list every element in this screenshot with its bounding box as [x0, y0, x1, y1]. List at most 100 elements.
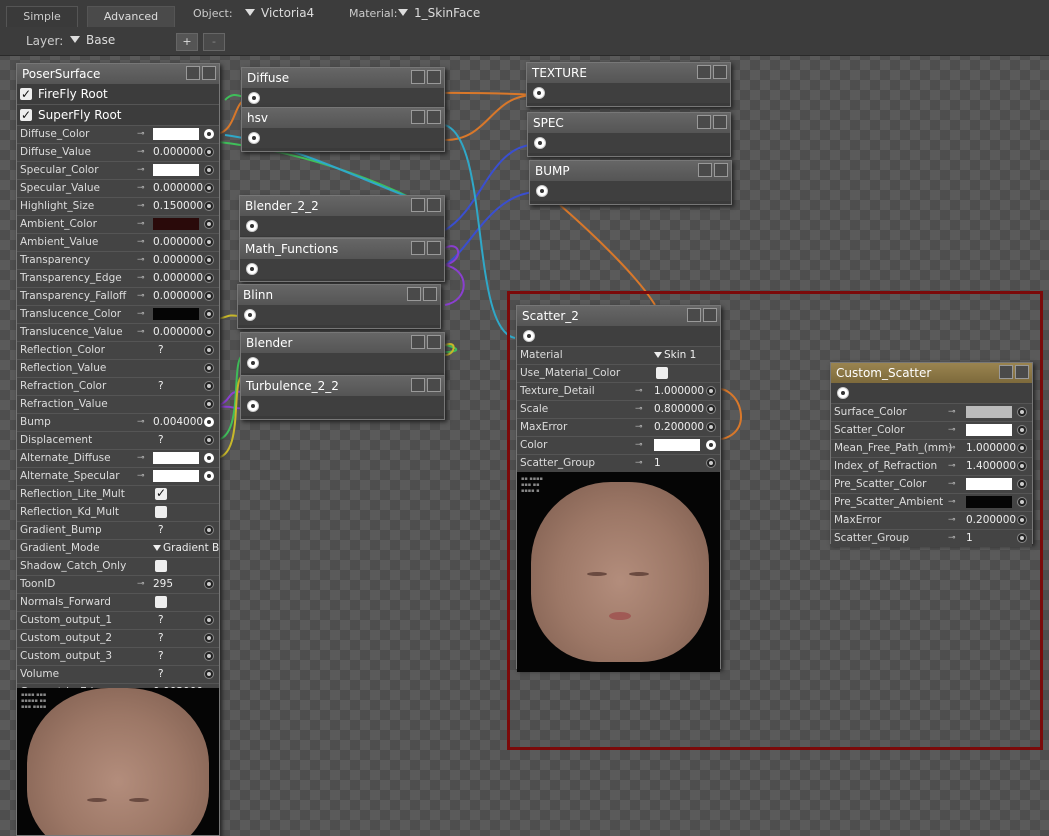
param-row-translucence-color[interactable]: Translucence_Color ⊸ [17, 305, 219, 323]
param-row-ambient-value[interactable]: Ambient_Value ⊸ 0.000000 [17, 233, 219, 251]
param-row-custom-output-2[interactable]: Custom_output_2? [17, 629, 219, 647]
input-port-icon[interactable] [204, 381, 214, 391]
node-options-icon[interactable] [697, 115, 711, 129]
node-options-icon[interactable] [186, 66, 200, 80]
tab-simple[interactable]: Simple [6, 6, 78, 27]
input-port-icon[interactable] [1017, 407, 1027, 417]
firefly-root-toggle[interactable]: FireFly Root [17, 84, 219, 104]
param-row-pre-scatter-ambient[interactable]: Pre_Scatter_Ambient ⊸ [831, 493, 1032, 511]
blender-2-2-node[interactable]: Blender_2_2 [239, 195, 445, 238]
param-row-transparency-falloff[interactable]: Transparency_Falloff ⊸ 0.000000 [17, 287, 219, 305]
color-swatch[interactable] [654, 439, 700, 451]
input-port-icon[interactable] [204, 363, 214, 373]
key-icon[interactable]: ⊸ [948, 476, 956, 493]
output-port-icon[interactable] [244, 309, 256, 321]
param-row-material[interactable]: Material Skin 1 [517, 346, 720, 364]
input-port-icon[interactable] [706, 458, 716, 468]
input-port-icon[interactable] [204, 579, 214, 589]
color-swatch[interactable] [153, 308, 199, 320]
key-icon[interactable]: ⊸ [635, 455, 643, 472]
node-options-icon[interactable] [407, 287, 421, 301]
param-value[interactable]: ? [158, 378, 164, 395]
node-options-icon[interactable] [411, 198, 425, 212]
diffuse-node[interactable]: Diffuse [241, 67, 445, 110]
hsv-node[interactable]: hsv [241, 107, 445, 152]
poser-surface-node[interactable]: PoserSurface FireFly Root SuperFly Root … [16, 63, 220, 836]
turbulence-2-2-node[interactable]: Turbulence_2_2 [240, 375, 445, 420]
input-port-icon[interactable] [204, 525, 214, 535]
param-value[interactable]: 0.150000 [153, 198, 203, 215]
param-value[interactable]: ? [158, 612, 164, 629]
param-row-color[interactable]: Color ⊸ [517, 436, 720, 454]
input-port-icon[interactable] [1017, 497, 1027, 507]
key-icon[interactable]: ⊸ [635, 401, 643, 418]
input-port-icon[interactable] [204, 165, 214, 175]
node-options-icon[interactable] [697, 65, 711, 79]
texture-node[interactable]: TEXTURE [526, 62, 731, 107]
param-row-diffuse-color[interactable]: Diffuse_Color ⊸ [17, 125, 219, 143]
input-port-icon[interactable] [706, 440, 716, 450]
param-value[interactable]: ? [158, 648, 164, 665]
input-port-icon[interactable] [204, 201, 214, 211]
param-value[interactable]: 0.000000 [153, 270, 203, 287]
param-row-refraction-color[interactable]: Refraction_Color? [17, 377, 219, 395]
param-value[interactable]: 0.004000 [153, 414, 203, 431]
param-value[interactable]: 1.000000 [654, 383, 704, 400]
color-swatch[interactable] [966, 424, 1012, 436]
node-options-icon[interactable] [411, 70, 425, 84]
param-row-index-of-refraction[interactable]: Index_of_Refraction ⊸ 1.400000 [831, 457, 1032, 475]
param-dropdown[interactable]: Gradient B [153, 540, 219, 557]
param-row-highlight-size[interactable]: Highlight_Size ⊸ 0.150000 [17, 197, 219, 215]
node-options-icon[interactable] [999, 365, 1013, 379]
key-icon[interactable]: ⊸ [948, 404, 956, 421]
node-preview-icon[interactable] [427, 378, 441, 392]
key-icon[interactable]: ⊸ [948, 458, 956, 475]
key-icon[interactable]: ⊸ [635, 437, 643, 454]
param-row-pre-scatter-color[interactable]: Pre_Scatter_Color ⊸ [831, 475, 1032, 493]
node-preview-icon[interactable] [714, 163, 728, 177]
math-functions-node[interactable]: Math_Functions [239, 238, 445, 282]
param-value[interactable]: 0.000000 [153, 324, 203, 341]
param-value[interactable]: ? [158, 432, 164, 449]
param-row-specular-value[interactable]: Specular_Value ⊸ 0.000000 [17, 179, 219, 197]
input-port-icon[interactable] [204, 417, 214, 427]
param-row-reflection-lite-mult[interactable]: Reflection_Lite_Mult [17, 485, 219, 503]
param-row-custom-output-1[interactable]: Custom_output_1? [17, 611, 219, 629]
superfly-root-toggle[interactable]: SuperFly Root [17, 104, 219, 125]
firefly-root-checkbox[interactable] [20, 84, 32, 104]
key-icon[interactable]: ⊸ [137, 270, 145, 287]
param-checkbox[interactable] [155, 506, 167, 518]
param-row-shadow-catch-only[interactable]: Shadow_Catch_Only [17, 557, 219, 575]
key-icon[interactable]: ⊸ [137, 450, 145, 467]
output-port-icon[interactable] [523, 330, 535, 342]
input-port-icon[interactable] [204, 309, 214, 319]
param-value[interactable]: 0.000000 [153, 180, 203, 197]
key-icon[interactable]: ⊸ [948, 512, 956, 529]
key-icon[interactable]: ⊸ [948, 440, 956, 457]
bump-node[interactable]: BUMP [529, 160, 732, 205]
node-output[interactable] [242, 88, 444, 108]
param-row-texture-detail[interactable]: Texture_Detail ⊸ 1.000000 [517, 382, 720, 400]
blinn-node[interactable]: Blinn [237, 284, 441, 329]
input-port-icon[interactable] [204, 669, 214, 679]
param-value[interactable]: 0.800000 [654, 401, 704, 418]
param-row-maxerror[interactable]: MaxError ⊸ 0.200000 [517, 418, 720, 436]
node-options-icon[interactable] [411, 378, 425, 392]
key-icon[interactable]: ⊸ [137, 468, 145, 485]
key-icon[interactable]: ⊸ [137, 306, 145, 323]
node-output[interactable] [240, 259, 444, 279]
node-output[interactable] [530, 181, 731, 201]
param-row-reflection-value[interactable]: Reflection_Value [17, 359, 219, 377]
node-preview-icon[interactable] [427, 110, 441, 124]
node-preview-icon[interactable] [427, 335, 441, 349]
node-output[interactable] [528, 133, 730, 153]
color-swatch[interactable] [153, 128, 199, 140]
custom-scatter-node[interactable]: Custom_Scatter Surface_Color ⊸ Scatter_Col… [830, 362, 1033, 547]
key-icon[interactable]: ⊸ [137, 252, 145, 269]
param-row-custom-output-3[interactable]: Custom_output_3? [17, 647, 219, 665]
param-row-reflection-color[interactable]: Reflection_Color? [17, 341, 219, 359]
input-port-icon[interactable] [204, 147, 214, 157]
output-port-icon[interactable] [247, 357, 259, 369]
node-output[interactable] [527, 83, 730, 103]
node-output[interactable] [241, 353, 444, 373]
